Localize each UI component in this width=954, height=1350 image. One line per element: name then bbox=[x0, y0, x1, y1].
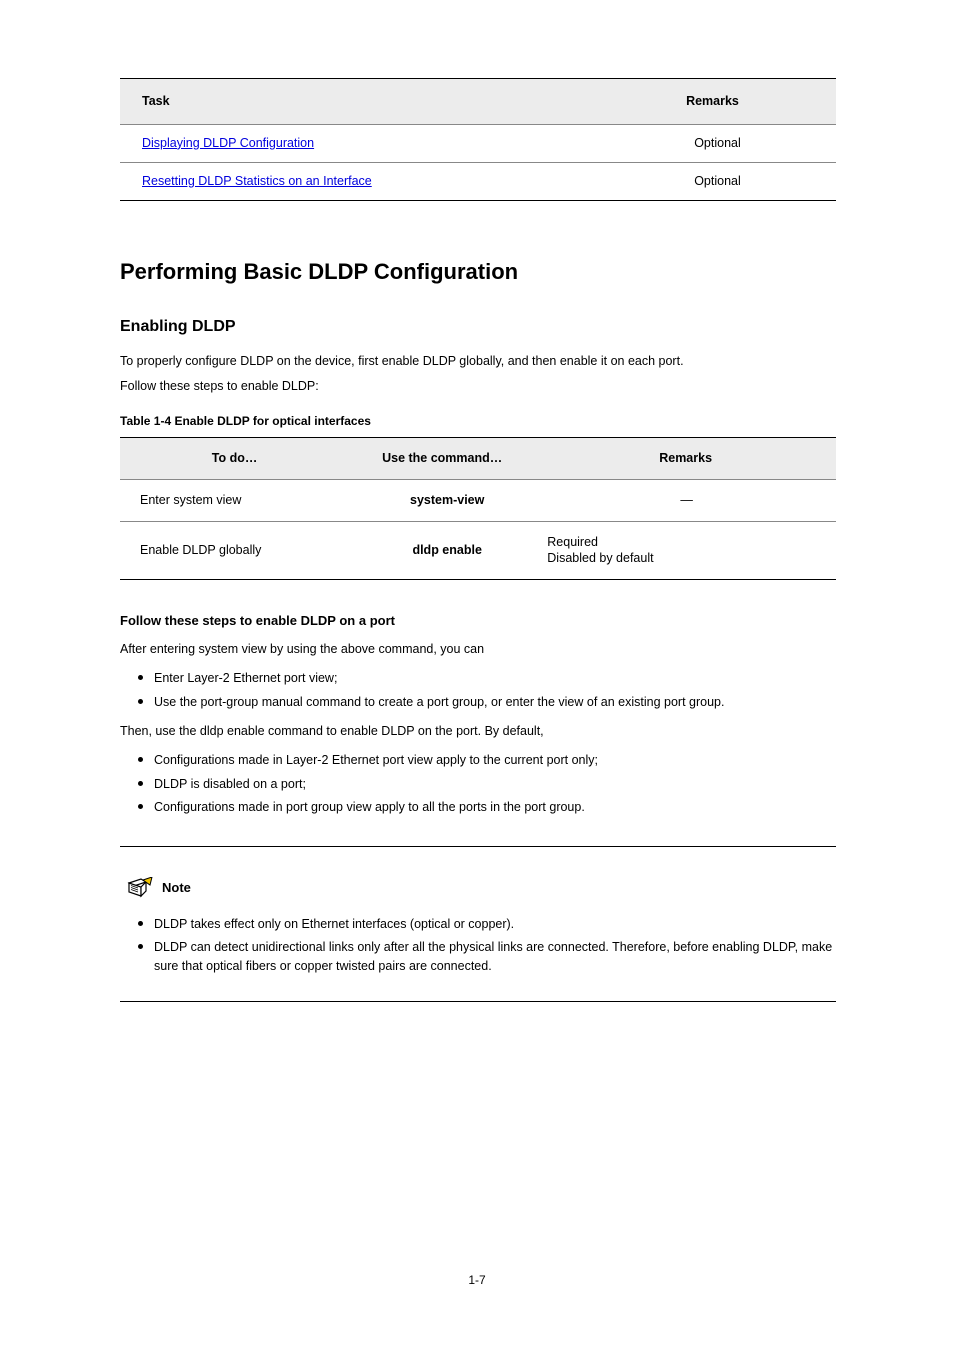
note-label: Note bbox=[162, 879, 191, 897]
list-item: DLDP is disabled on a port; bbox=[120, 773, 836, 796]
enable-dldp-table: To do… Use the command… Remarks Enter sy… bbox=[120, 437, 836, 581]
note-rule-bottom bbox=[120, 1001, 836, 1002]
note-icon bbox=[126, 877, 154, 899]
list-item: DLDP can detect unidirectional links onl… bbox=[120, 936, 836, 979]
table-row: Displaying DLDP Configuration Optional bbox=[120, 124, 836, 162]
body-enable-desc: To properly configure DLDP on the device… bbox=[120, 352, 836, 371]
table2-r1-cmd: dldp enable bbox=[349, 521, 535, 580]
table1-head-task: Task bbox=[120, 79, 589, 125]
link-displaying-dldp[interactable]: Displaying DLDP Configuration bbox=[142, 136, 314, 150]
table1-head-remarks: Remarks bbox=[589, 79, 836, 125]
table2-head-cmd: Use the command… bbox=[349, 437, 535, 479]
table1-row0-remarks: Optional bbox=[589, 124, 836, 162]
heading-enabling-dldp: Enabling DLDP bbox=[120, 316, 836, 338]
bullet-list-2: Configurations made in Layer-2 Ethernet … bbox=[120, 749, 836, 819]
list-item: DLDP takes effect only on Ethernet inter… bbox=[120, 913, 836, 936]
table2-caption: Table 1-4 Enable DLDP for optical interf… bbox=[120, 413, 836, 429]
table2-head-todo: To do… bbox=[120, 437, 349, 479]
page-number: 1-7 bbox=[0, 1272, 954, 1288]
table1-row1-remarks: Optional bbox=[589, 162, 836, 200]
table-row: Enter system view system-view — bbox=[120, 479, 836, 521]
table2-head-remarks: Remarks bbox=[535, 437, 836, 479]
body-follow-steps: Follow these steps to enable DLDP: bbox=[120, 377, 836, 396]
table2-r0-todo: Enter system view bbox=[120, 479, 349, 521]
body-then-use: Then, use the dldp enable command to ena… bbox=[120, 722, 836, 741]
table2-r1-todo: Enable DLDP globally bbox=[120, 521, 349, 580]
body-after-system-view: After entering system view by using the … bbox=[120, 640, 836, 659]
table-row: Resetting DLDP Statistics on an Interfac… bbox=[120, 162, 836, 200]
list-item: Configurations made in Layer-2 Ethernet … bbox=[120, 749, 836, 772]
heading-follow-steps-port: Follow these steps to enable DLDP on a p… bbox=[120, 612, 836, 630]
table2-r0-cmd: system-view bbox=[349, 479, 535, 521]
table2-r1-remarks: Required Disabled by default bbox=[535, 521, 836, 580]
list-item: Use the port-group manual command to cre… bbox=[120, 691, 836, 714]
table2-r0-remarks: — bbox=[535, 479, 836, 521]
list-item: Configurations made in port group view a… bbox=[120, 796, 836, 819]
link-resetting-dldp[interactable]: Resetting DLDP Statistics on an Interfac… bbox=[142, 174, 372, 188]
list-item: Enter Layer-2 Ethernet port view; bbox=[120, 667, 836, 690]
table-row: Enable DLDP globally dldp enable Require… bbox=[120, 521, 836, 580]
task-remarks-table: Task Remarks Displaying DLDP Configurati… bbox=[120, 78, 836, 201]
bullet-list-1: Enter Layer-2 Ethernet port view; Use th… bbox=[120, 667, 836, 714]
note-heading: Note bbox=[120, 847, 836, 905]
note-bullet-list: DLDP takes effect only on Ethernet inter… bbox=[120, 913, 836, 979]
heading-performing-basic-dldp: Performing Basic DLDP Configuration bbox=[120, 257, 836, 287]
